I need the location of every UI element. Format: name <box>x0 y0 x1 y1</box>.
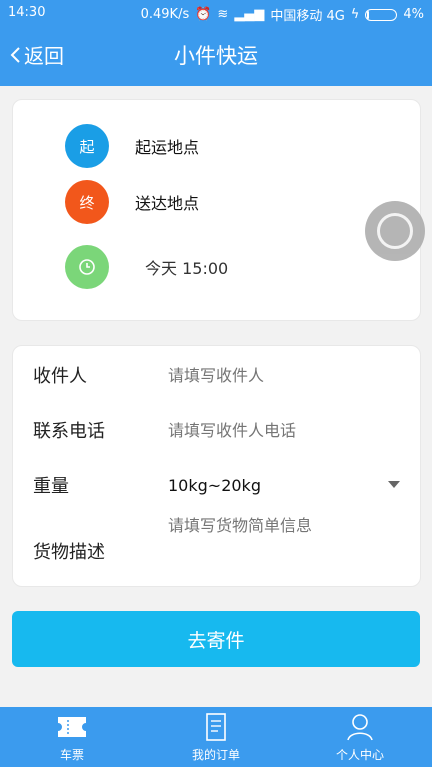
clock-icon <box>65 245 109 289</box>
recipient-input[interactable] <box>168 365 398 385</box>
carrier: 中国移动 4G <box>270 9 345 24</box>
circle-icon <box>377 213 413 249</box>
recipient-label: 收件人 <box>33 366 87 387</box>
pickup-time[interactable]: 今天 15:00 <box>145 255 228 279</box>
tab-orders[interactable]: 我的订单 <box>144 707 288 767</box>
battery-icon <box>365 8 398 21</box>
dropdown-arrow-icon[interactable] <box>388 481 400 488</box>
tab-tickets-label: 车票 <box>59 748 84 762</box>
end-location-row[interactable]: 终 送达地点 <box>65 180 199 224</box>
page-title: 小件快运 <box>174 44 258 68</box>
start-location-row[interactable]: 起 起运地点 <box>65 124 199 168</box>
description-label: 货物描述 <box>33 542 105 563</box>
app-bar: 返回 小件快运 <box>0 26 432 86</box>
tab-tickets[interactable]: 车票 <box>0 707 144 767</box>
phone-input[interactable] <box>168 420 398 440</box>
signal-icon: ▂▄▆ <box>234 7 265 22</box>
network-speed: 0.49K/s <box>140 7 190 22</box>
time-row[interactable]: 今天 15:00 <box>65 245 228 289</box>
start-badge: 起 <box>65 124 109 168</box>
tab-orders-label: 我的订单 <box>191 748 240 762</box>
battery-percent: 4% <box>403 7 424 22</box>
status-right: 0.49K/s ⏰ ≋ ▂▄▆ 中国移动 4G ϟ 4% <box>141 5 424 24</box>
profile-icon <box>347 714 373 741</box>
floating-assist-button[interactable] <box>365 201 425 261</box>
route-card: 起 起运地点 终 送达地点 今天 15:00 <box>12 99 421 321</box>
wifi-icon: ≋ <box>217 7 229 22</box>
phone-label: 联系电话 <box>33 421 105 442</box>
alarm-icon: ⏰ <box>195 7 212 22</box>
recipient-row: 收件人 <box>33 362 408 388</box>
submit-button[interactable]: 去寄件 <box>12 611 420 667</box>
weight-select[interactable]: 10kg~20kg <box>168 476 261 495</box>
charging-icon: ϟ <box>350 7 360 22</box>
recipient-form-card: 收件人 联系电话 重量 10kg~20kg 货物描述 <box>12 345 421 587</box>
end-location-label[interactable]: 送达地点 <box>135 190 199 214</box>
end-badge: 终 <box>65 180 109 224</box>
description-row: 货物描述 <box>33 516 408 564</box>
tab-profile[interactable]: 个人中心 <box>288 707 432 767</box>
bottom-tab-bar: 车票 我的订单 个人中心 <box>0 707 432 767</box>
description-input[interactable] <box>168 516 398 535</box>
ticket-icon <box>58 717 86 737</box>
status-time: 14:30 <box>8 5 46 20</box>
weight-row[interactable]: 重量 10kg~20kg <box>33 472 408 498</box>
tab-profile-label: 个人中心 <box>335 748 384 762</box>
orders-icon <box>206 713 226 741</box>
status-bar: 14:30 0.49K/s ⏰ ≋ ▂▄▆ 中国移动 4G ϟ 4% <box>0 0 432 26</box>
phone-row: 联系电话 <box>33 417 408 443</box>
weight-label: 重量 <box>33 476 69 497</box>
start-location-label[interactable]: 起运地点 <box>135 134 199 158</box>
